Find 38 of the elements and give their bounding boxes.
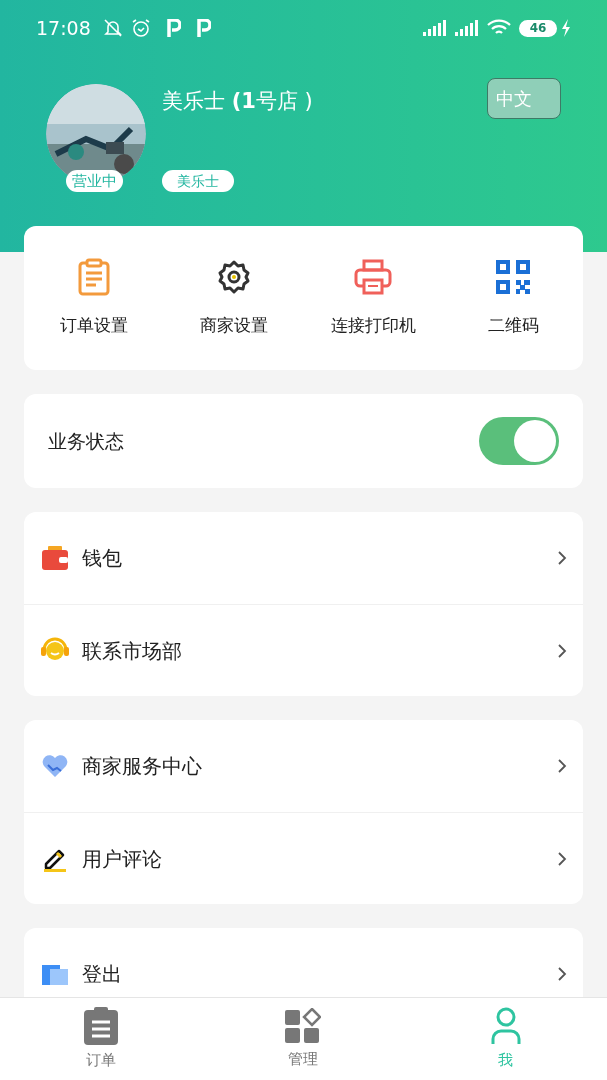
chevron-right-icon <box>557 966 567 982</box>
heart-hands-icon <box>41 754 69 778</box>
status-badge: 营业中 <box>66 170 123 192</box>
person-icon <box>490 1006 521 1045</box>
quick-action-button[interactable]: 二维码 <box>443 257 583 339</box>
parking-icon <box>166 19 181 37</box>
store-name: 美乐士 (1号店 ) <box>162 88 313 115</box>
menu-item[interactable]: 联系市场部 <box>24 604 583 696</box>
qr-code-icon <box>496 260 531 295</box>
chevron-right-icon <box>557 758 567 774</box>
status-time: 17:08 <box>36 15 91 41</box>
printer-icon <box>354 259 393 296</box>
quick-action-button[interactable]: 商家设置 <box>163 257 304 339</box>
alarm-icon <box>130 18 151 38</box>
signal-icon <box>423 20 447 36</box>
charging-icon <box>561 19 571 37</box>
wallet-icon <box>42 546 68 570</box>
parking-icon <box>196 19 211 37</box>
mute-icon <box>102 18 123 38</box>
quick-action-button[interactable]: 连接打印机 <box>303 257 444 339</box>
menu-item[interactable]: 钱包 <box>24 512 583 604</box>
quick-action-button[interactable]: 订单设置 <box>24 257 164 339</box>
battery-indicator: 46 <box>519 19 557 37</box>
menu-item[interactable]: 商家服务中心 <box>24 720 583 812</box>
clipboard-icon <box>76 258 111 297</box>
menu-item[interactable]: 用户评论 <box>24 812 583 904</box>
chevron-right-icon <box>557 642 567 659</box>
signal-icon <box>455 20 479 36</box>
business-status-label: 业务状态 <box>48 428 125 454</box>
chevron-right-icon <box>557 550 567 566</box>
brand-tag: 美乐士 <box>162 170 234 192</box>
toggle-switch[interactable] <box>479 417 559 465</box>
chevron-right-icon <box>557 850 567 867</box>
tab[interactable]: 管理 <box>202 998 405 1080</box>
clipboard-icon <box>84 1006 119 1045</box>
folder-icon <box>42 963 68 985</box>
grid-icon <box>285 1007 322 1044</box>
tab[interactable]: 订单 <box>0 998 203 1080</box>
